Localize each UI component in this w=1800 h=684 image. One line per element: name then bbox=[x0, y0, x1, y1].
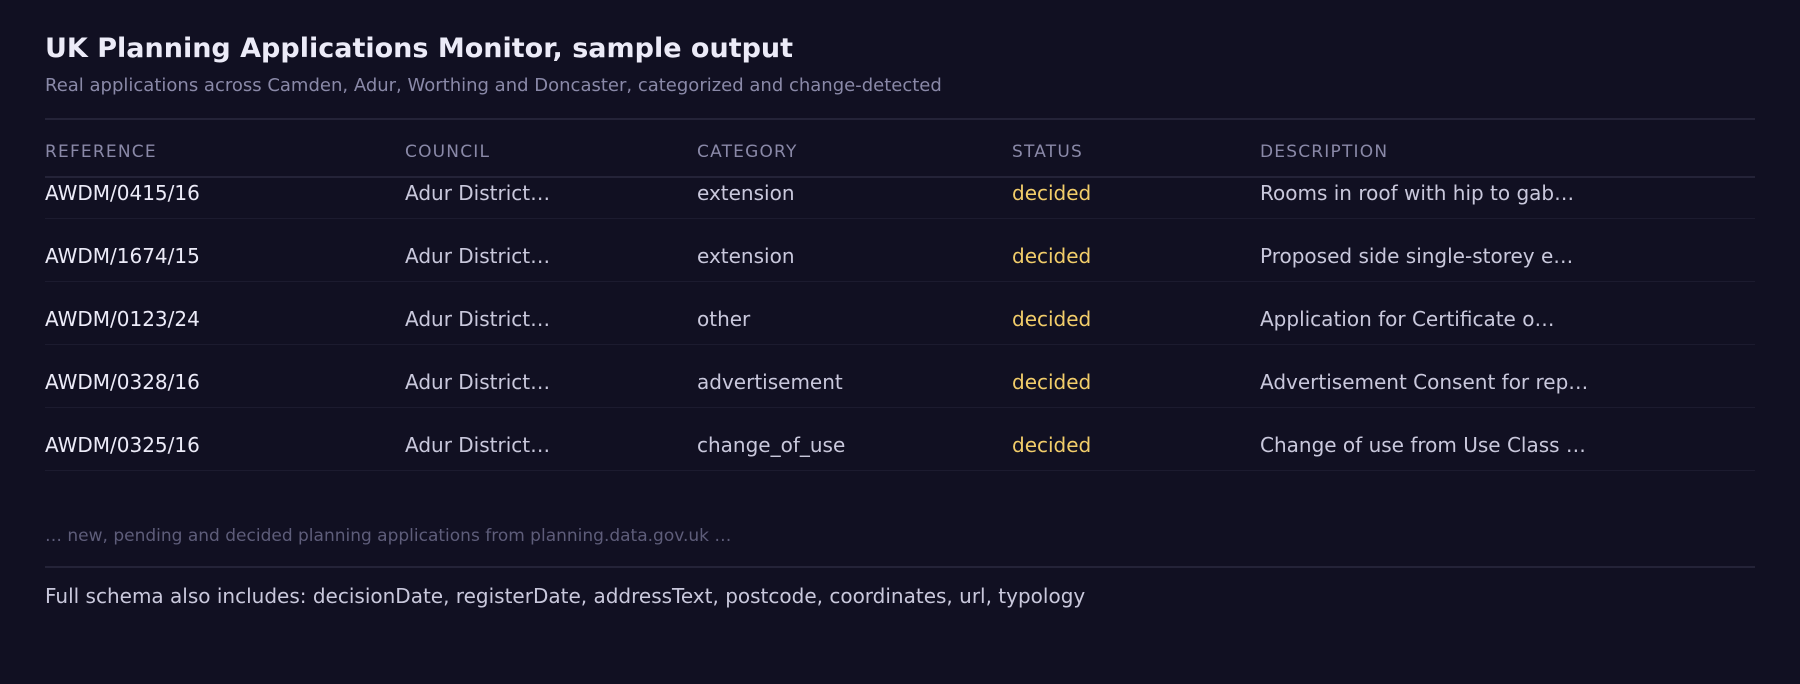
cell-council: Adur District… bbox=[405, 370, 551, 394]
cell-council: Adur District… bbox=[405, 307, 551, 331]
table-row: AWDM/1674/15 Adur District… extension de… bbox=[45, 243, 1755, 306]
cell-status: decided bbox=[1012, 244, 1092, 268]
table-row: AWDM/0325/16 Adur District… change_of_us… bbox=[45, 432, 1755, 495]
cell-reference: AWDM/0328/16 bbox=[45, 370, 200, 394]
cell-description: Change of use from Use Class … bbox=[1260, 433, 1586, 457]
page-title: UK Planning Applications Monitor, sample… bbox=[45, 33, 794, 64]
table-row: AWDM/0415/16 Adur District… extension de… bbox=[45, 180, 1755, 243]
row-divider bbox=[45, 470, 1755, 471]
cell-reference: AWDM/0325/16 bbox=[45, 433, 200, 457]
page-subtitle: Real applications across Camden, Adur, W… bbox=[45, 75, 942, 96]
cell-council: Adur District… bbox=[405, 433, 551, 457]
cell-category: advertisement bbox=[697, 370, 843, 394]
column-header-council: COUNCIL bbox=[405, 142, 491, 162]
column-header-description: DESCRIPTION bbox=[1260, 142, 1389, 162]
row-divider bbox=[45, 281, 1755, 282]
cell-status: decided bbox=[1012, 181, 1092, 205]
cell-status: decided bbox=[1012, 370, 1092, 394]
cell-category: extension bbox=[697, 181, 795, 205]
cell-reference: AWDM/0123/24 bbox=[45, 307, 200, 331]
header-divider bbox=[45, 118, 1755, 120]
table-header-divider bbox=[45, 176, 1755, 178]
cell-description: Rooms in roof with hip to gab… bbox=[1260, 181, 1575, 205]
cell-description: Application for Certificate o… bbox=[1260, 307, 1555, 331]
column-header-status: STATUS bbox=[1012, 142, 1083, 162]
cell-reference: AWDM/0415/16 bbox=[45, 181, 200, 205]
cell-status: decided bbox=[1012, 307, 1092, 331]
table-row: AWDM/0328/16 Adur District… advertisemen… bbox=[45, 369, 1755, 432]
column-header-category: CATEGORY bbox=[697, 142, 798, 162]
cell-status: decided bbox=[1012, 433, 1092, 457]
cell-council: Adur District… bbox=[405, 181, 551, 205]
row-divider bbox=[45, 344, 1755, 345]
column-header-reference: REFERENCE bbox=[45, 142, 157, 162]
cell-description: Proposed side single-storey e… bbox=[1260, 244, 1574, 268]
row-divider bbox=[45, 407, 1755, 408]
footer-divider bbox=[45, 566, 1755, 568]
cell-category: other bbox=[697, 307, 751, 331]
cell-description: Advertisement Consent for rep… bbox=[1260, 370, 1589, 394]
cell-category: extension bbox=[697, 244, 795, 268]
cell-category: change_of_use bbox=[697, 433, 846, 457]
table-row: AWDM/0123/24 Adur District… other decide… bbox=[45, 306, 1755, 369]
footer-note: … new, pending and decided planning appl… bbox=[45, 526, 732, 546]
schema-note: Full schema also includes: decisionDate,… bbox=[45, 584, 1086, 608]
row-divider bbox=[45, 218, 1755, 219]
cell-council: Adur District… bbox=[405, 244, 551, 268]
cell-reference: AWDM/1674/15 bbox=[45, 244, 200, 268]
